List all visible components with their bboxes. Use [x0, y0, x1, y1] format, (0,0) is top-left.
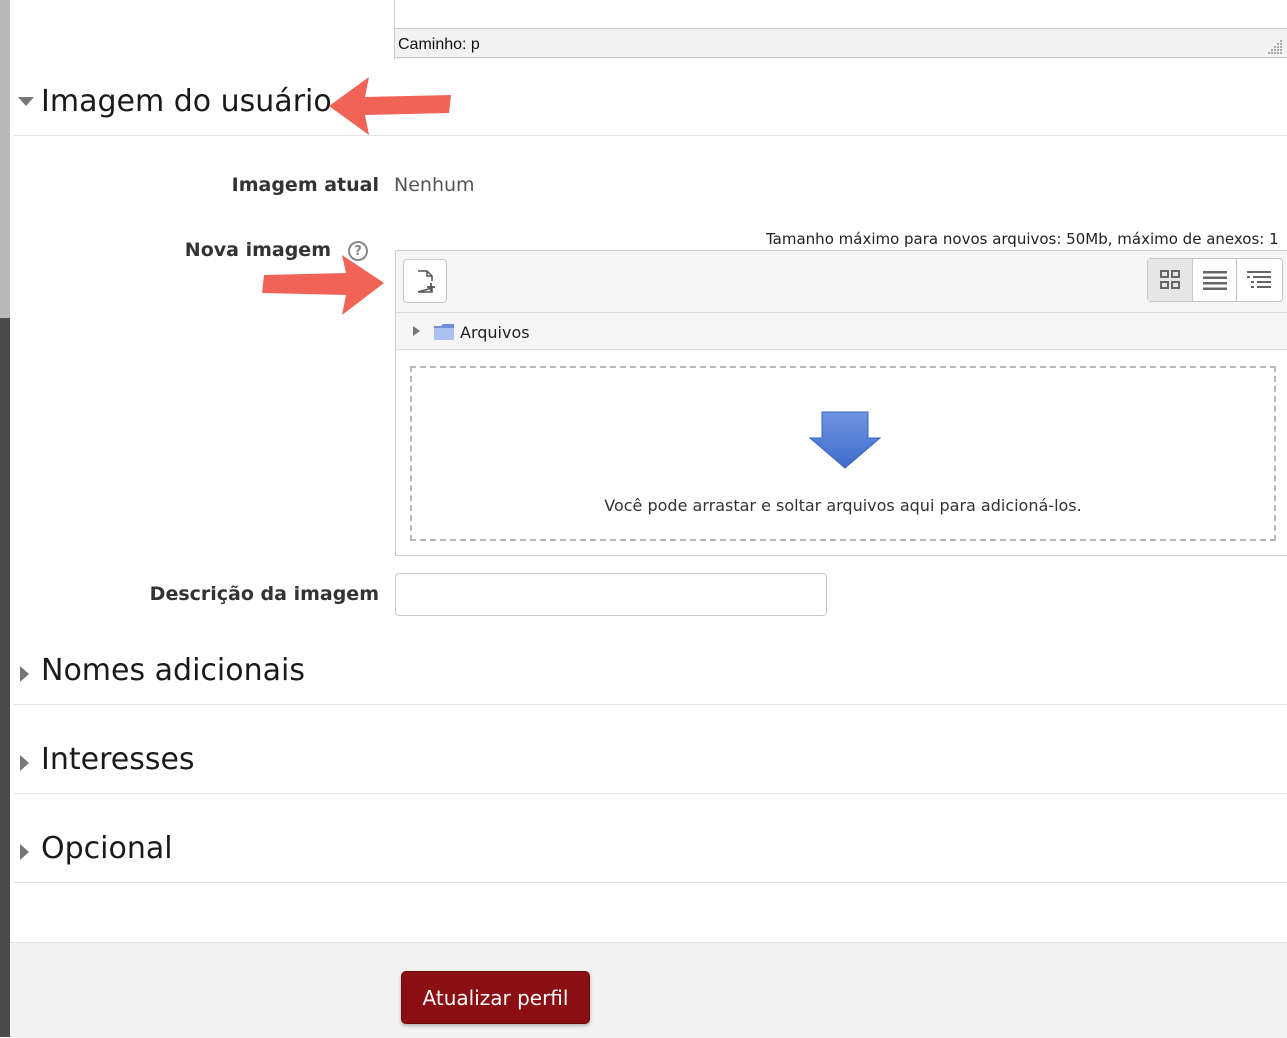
editor-path: Caminho: p	[398, 36, 480, 53]
annotation-arrow-icon	[329, 77, 451, 135]
expand-folder-icon[interactable]	[413, 326, 420, 336]
grid-view-button[interactable]	[1148, 259, 1193, 301]
drop-zone-message: Você pode arrastar e soltar arquivos aqu…	[604, 496, 1082, 515]
grid-view-icon	[1160, 270, 1180, 289]
list-view-icon	[1202, 271, 1227, 290]
expand-caret-icon[interactable]	[20, 844, 29, 860]
file-manager-path: Arquivos	[396, 313, 1287, 350]
section-title: Opcional	[41, 831, 173, 866]
editor-status-bar: Caminho: p	[394, 28, 1287, 58]
drop-arrow-icon	[808, 411, 882, 469]
current-image-label: Imagem atual	[231, 174, 379, 196]
file-manager-toolbar	[396, 251, 1287, 313]
section-title: Imagem do usuário	[41, 84, 332, 119]
current-image-value: Nenhum	[394, 174, 475, 196]
view-switcher	[1147, 258, 1283, 302]
file-manager: Arquivos Você pode arrastar e soltar arq…	[395, 250, 1287, 556]
expand-caret-icon[interactable]	[20, 666, 29, 682]
left-border-strip	[0, 0, 10, 318]
add-file-button[interactable]	[403, 259, 447, 303]
folder-icon	[434, 324, 454, 340]
add-file-icon	[417, 270, 435, 293]
collapse-caret-icon[interactable]	[18, 97, 34, 106]
drop-zone[interactable]: Você pode arrastar e soltar arquivos aqu…	[410, 366, 1276, 541]
annotation-arrow-icon	[262, 255, 384, 315]
section-interests[interactable]: Interesses	[14, 733, 1287, 794]
section-optional[interactable]: Opcional	[14, 822, 1287, 883]
section-user-image[interactable]: Imagem do usuário	[14, 75, 1287, 136]
max-file-size-note: Tamanho máximo para novos arquivos: 50Mb…	[766, 230, 1279, 248]
section-title: Interesses	[41, 742, 195, 777]
resize-grip-icon[interactable]	[1267, 40, 1283, 54]
image-description-input[interactable]	[395, 573, 827, 616]
tree-view-icon	[1247, 271, 1272, 288]
list-view-button[interactable]	[1193, 259, 1238, 301]
left-dark-strip	[0, 318, 10, 1037]
folder-name[interactable]: Arquivos	[460, 323, 530, 342]
form-footer	[10, 942, 1287, 1038]
section-additional-names[interactable]: Nomes adicionais	[14, 644, 1287, 705]
update-profile-button[interactable]: Atualizar perfil	[401, 971, 590, 1024]
tree-view-button[interactable]	[1237, 259, 1282, 301]
expand-caret-icon[interactable]	[20, 755, 29, 771]
section-title: Nomes adicionais	[41, 653, 305, 688]
image-description-label: Descrição da imagem	[149, 583, 379, 605]
